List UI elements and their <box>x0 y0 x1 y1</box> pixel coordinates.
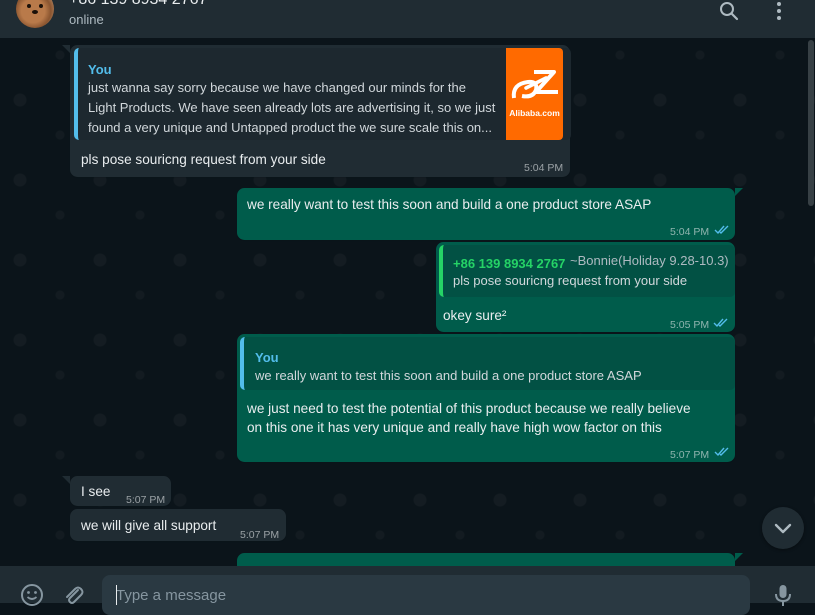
mic-icon[interactable] <box>770 582 796 608</box>
message-text: we will give all support <box>81 518 217 533</box>
message-time: 5:04 PM <box>524 162 564 174</box>
message-time: 5:05 PM <box>670 319 710 331</box>
double-check-icon <box>714 447 729 457</box>
message-text: we really want to test this soon and bui… <box>247 197 652 212</box>
alibaba-logo-icon <box>511 70 558 99</box>
quote-thumbnail-image: Alibaba.com <box>506 48 563 140</box>
message-incoming[interactable]: You just wanna say sorry because we have… <box>62 45 571 177</box>
attach-icon[interactable] <box>60 582 86 608</box>
message-time: 5:04 PM <box>670 226 710 238</box>
message-outgoing[interactable]: +86 139 8934 2767 ~Bonnie(Holiday 9.28-1… <box>436 242 735 332</box>
double-check-icon <box>714 225 729 235</box>
quote-text-line: found a very unique and Untapped product… <box>88 120 492 135</box>
composer-bar <box>0 566 815 615</box>
quote-text-line: just wanna say sorry because we have cha… <box>88 80 466 95</box>
scroll-to-bottom-button[interactable] <box>762 507 804 549</box>
quoted-message[interactable]: +86 139 8934 2767 ~Bonnie(Holiday 9.28-1… <box>439 245 735 297</box>
text-caret <box>116 585 117 605</box>
message-text: pls pose souricng request from your side <box>81 152 326 167</box>
quote-thumbnail-label: Alibaba.com <box>509 108 560 118</box>
message-text: okey sure² <box>443 308 507 323</box>
quoted-message[interactable]: You we really want to test this soon and… <box>240 337 735 390</box>
chevron-down-icon <box>774 523 792 534</box>
quote-author: You <box>255 350 279 365</box>
message-outgoing[interactable]: You we really want to test this soon and… <box>237 334 735 462</box>
message-text: I see <box>81 484 111 499</box>
message-time: 5:07 PM <box>670 449 710 461</box>
menu-icon[interactable] <box>767 0 791 24</box>
quoted-message[interactable]: You just wanna say sorry because we have… <box>74 48 571 140</box>
message-incoming[interactable]: we will give all support 5:07 PM <box>70 509 286 541</box>
emoji-icon[interactable] <box>19 582 45 608</box>
contact-status: online <box>69 12 104 27</box>
message-text-line: we just need to test the potential of th… <box>247 401 691 416</box>
quote-author: You <box>88 62 112 77</box>
message-incoming[interactable]: I see 5:07 PM <box>62 476 171 506</box>
message-time: 5:07 PM <box>126 494 166 506</box>
quote-author-alias: ~Bonnie(Holiday 9.28-10.3) <box>570 253 729 268</box>
message-outgoing[interactable]: we really want to test this soon and bui… <box>237 188 743 240</box>
message-input[interactable] <box>102 575 750 615</box>
quote-text-line: we really want to test this soon and bui… <box>255 368 642 383</box>
quote-text-line: pls pose souricng request from your side <box>453 273 688 288</box>
double-check-icon <box>713 318 728 328</box>
contact-name[interactable]: +86 139 8934 2767 <box>69 0 207 9</box>
message-time: 5:07 PM <box>240 529 280 541</box>
avatar[interactable] <box>16 0 54 28</box>
search-icon[interactable] <box>717 0 741 24</box>
chat-header: +86 139 8934 2767 online <box>0 0 815 38</box>
message-text-line: on this one it has very unique and reall… <box>247 420 662 435</box>
quote-text-line: Light Products. We have seen already lot… <box>88 100 496 115</box>
scrollbar[interactable] <box>808 40 814 206</box>
